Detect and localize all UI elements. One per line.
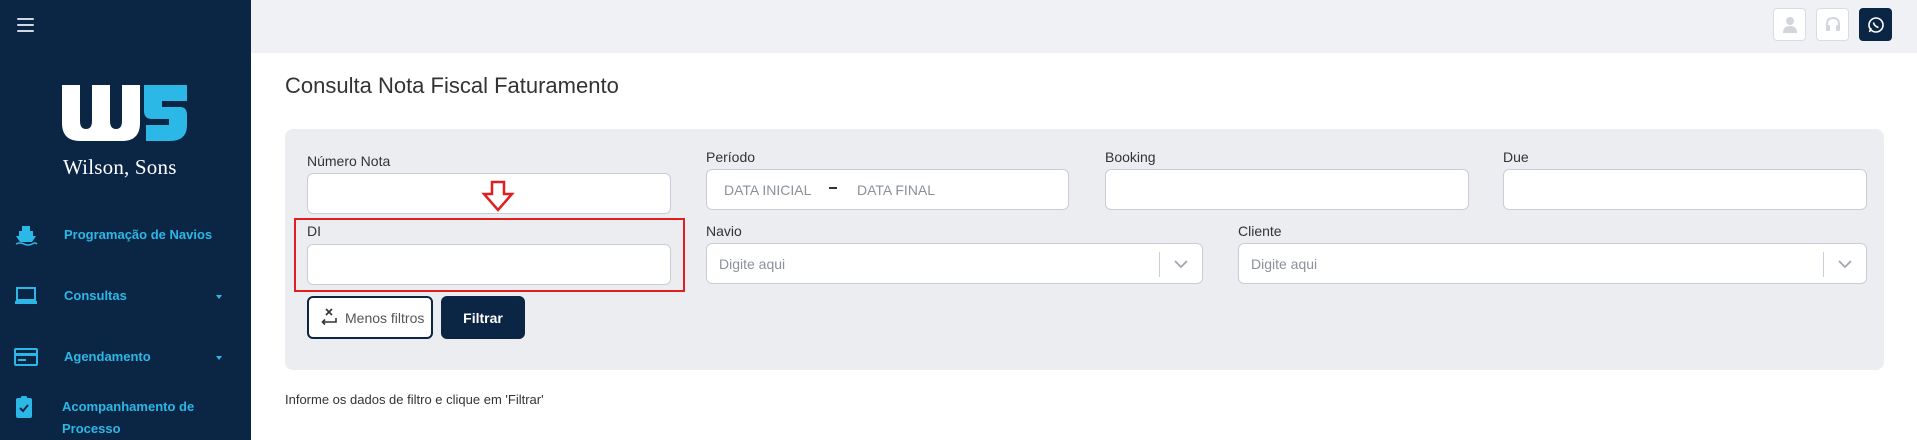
menu-icon[interactable] (17, 18, 34, 32)
booking-input[interactable] (1105, 169, 1469, 210)
topbar (251, 0, 1917, 53)
headset-icon (1825, 16, 1840, 31)
sidebar-item-acompanhamento[interactable]: Acompanhamento de Processo (0, 396, 251, 440)
arrow-down-icon (481, 180, 515, 212)
whatsapp-icon (1867, 16, 1884, 33)
di-highlight-box (294, 218, 685, 292)
cliente-placeholder: Digite aqui (1251, 256, 1318, 272)
user-button[interactable] (1773, 8, 1806, 41)
sidebar-item-programacao-navios[interactable]: Programação de Navios (0, 224, 251, 246)
sidebar-item-agendamento[interactable]: Agendamento (0, 346, 251, 368)
sidebar-item-consultas[interactable]: Consultas (0, 285, 251, 307)
numero-nota-label: Número Nota (307, 153, 391, 169)
sidebar-item-label: Programação de Navios (64, 227, 213, 242)
chevron-down-icon (216, 356, 222, 360)
due-input[interactable] (1503, 169, 1867, 210)
data-final-input[interactable]: DATA FINAL (857, 182, 935, 198)
due-label: Due (1503, 149, 1529, 165)
filter-panel: Número Nota Período DATA INICIAL DATA FI… (285, 129, 1884, 370)
select-divider (1823, 252, 1824, 277)
booking-label: Booking (1105, 149, 1156, 165)
sidebar-item-label: Acompanhamento de Processo (62, 399, 195, 436)
clear-filter-icon (321, 308, 337, 326)
navio-select[interactable]: Digite aqui (706, 243, 1203, 284)
cliente-label: Cliente (1238, 223, 1282, 239)
support-button[interactable] (1816, 8, 1849, 41)
chevron-down-icon (216, 295, 222, 299)
laptop-icon (15, 287, 37, 304)
periodo-label: Período (706, 149, 756, 165)
card-icon (14, 348, 38, 366)
page-title: Consulta Nota Fiscal Faturamento (285, 73, 619, 98)
less-filters-label: Menos filtros (345, 310, 425, 326)
cliente-select[interactable]: Digite aqui (1238, 243, 1867, 284)
ship-icon (15, 226, 38, 246)
select-divider (1159, 252, 1160, 277)
whatsapp-button[interactable] (1859, 8, 1892, 41)
less-filters-button[interactable]: Menos filtros (307, 296, 433, 339)
data-inicial-input[interactable]: DATA INICIAL (724, 182, 811, 198)
date-separator (829, 187, 837, 189)
main-content: Consulta Nota Fiscal Faturamento Número … (251, 53, 1917, 440)
navio-placeholder: Digite aqui (719, 256, 786, 272)
brand-name: Wilson, Sons (63, 155, 177, 179)
sidebar-item-label: Consultas (64, 288, 127, 303)
filter-button[interactable]: Filtrar (441, 296, 525, 339)
navio-label: Navio (706, 223, 742, 239)
filter-hint: Informe os dados de filtro e clique em '… (285, 392, 544, 407)
chevron-down-icon (1838, 260, 1852, 269)
chevron-down-icon (1174, 260, 1188, 269)
sidebar-item-label: Agendamento (64, 349, 151, 364)
user-icon (1782, 16, 1797, 33)
wilson-sons-logo (62, 85, 192, 141)
sidebar: Wilson, Sons Programação de Navios Consu… (0, 0, 251, 440)
clipboard-check-icon (16, 396, 32, 418)
periodo-range: DATA INICIAL DATA FINAL (706, 169, 1069, 210)
